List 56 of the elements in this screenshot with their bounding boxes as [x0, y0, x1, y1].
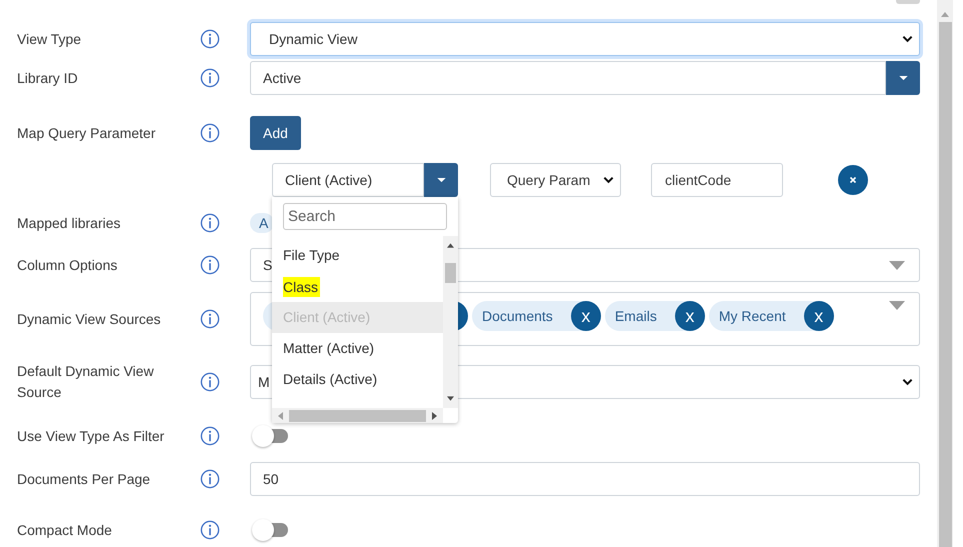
scrollbar[interactable]	[937, 0, 953, 547]
field-label: Compact Mode	[17, 520, 112, 540]
horizontal-scrollbar[interactable]	[272, 408, 443, 423]
field-label: Dynamic View Sources	[17, 310, 161, 329]
close-icon	[848, 175, 858, 185]
caret-icon	[889, 260, 905, 270]
chip-label: Emails	[614, 308, 658, 324]
remove-button[interactable]: x	[674, 301, 705, 331]
scroll-right-icon[interactable]	[432, 412, 437, 420]
chevron-icon	[603, 176, 614, 184]
field-label: Documents Per Page	[17, 470, 150, 489]
field-label: Use View Type As Filter	[17, 426, 164, 446]
caret-icon	[436, 178, 446, 182]
scrollbar-thumb[interactable]	[445, 263, 456, 283]
remove-button[interactable]: x	[570, 301, 601, 331]
info-icon[interactable]	[200, 255, 220, 275]
info-icon[interactable]	[200, 309, 220, 329]
scrollbar-thumb[interactable]	[289, 410, 426, 422]
info-icon[interactable]	[200, 68, 220, 88]
search-field[interactable]: Search	[283, 203, 447, 230]
field-label: Column Options	[17, 256, 118, 275]
toggle-switch[interactable]	[251, 518, 289, 542]
info-icon[interactable]	[200, 426, 220, 446]
info-icon[interactable]	[200, 520, 220, 540]
library-chip: A	[250, 213, 274, 233]
field-label: Mapped libraries	[17, 214, 120, 233]
toggle-switch[interactable]	[251, 424, 289, 448]
field-label: Map Query Parameter	[17, 124, 156, 143]
info-icon[interactable]	[200, 123, 220, 143]
scrollbar-thumb[interactable]	[938, 22, 952, 547]
caret-icon	[889, 301, 905, 310]
library-select[interactable]: Client (Active)	[272, 163, 424, 197]
field-label: Default Dynamic View Source	[17, 362, 155, 402]
field-label: Library ID	[17, 68, 78, 88]
caret-icon	[898, 76, 908, 80]
chevron-icon	[902, 35, 913, 43]
info-icon[interactable]	[200, 372, 220, 392]
remove-button[interactable]	[838, 165, 868, 195]
dropdown-option[interactable]: Details (Active)	[272, 364, 443, 395]
param-value-input[interactable]: clientCode	[651, 163, 783, 197]
chevron-icon	[902, 378, 913, 386]
field-label: View Type	[17, 30, 82, 49]
text-input[interactable]: 50	[250, 462, 920, 496]
info-icon[interactable]	[200, 469, 220, 489]
combo-field[interactable]: Active	[250, 61, 886, 95]
remove-button[interactable]: x	[804, 301, 834, 331]
chip-label: My Recent	[718, 308, 787, 324]
chip-label: Documents	[481, 308, 554, 324]
dropdown-option[interactable]: Class	[283, 277, 320, 297]
add-button[interactable]: Add	[250, 116, 301, 150]
info-icon[interactable]	[200, 213, 220, 233]
scroll-down-icon[interactable]	[447, 396, 454, 401]
info-icon[interactable]	[200, 29, 220, 49]
param-type-select[interactable]: Query Param	[490, 163, 621, 197]
scrollbar[interactable]	[443, 236, 458, 408]
select-field[interactable]: Dynamic View	[250, 22, 920, 56]
